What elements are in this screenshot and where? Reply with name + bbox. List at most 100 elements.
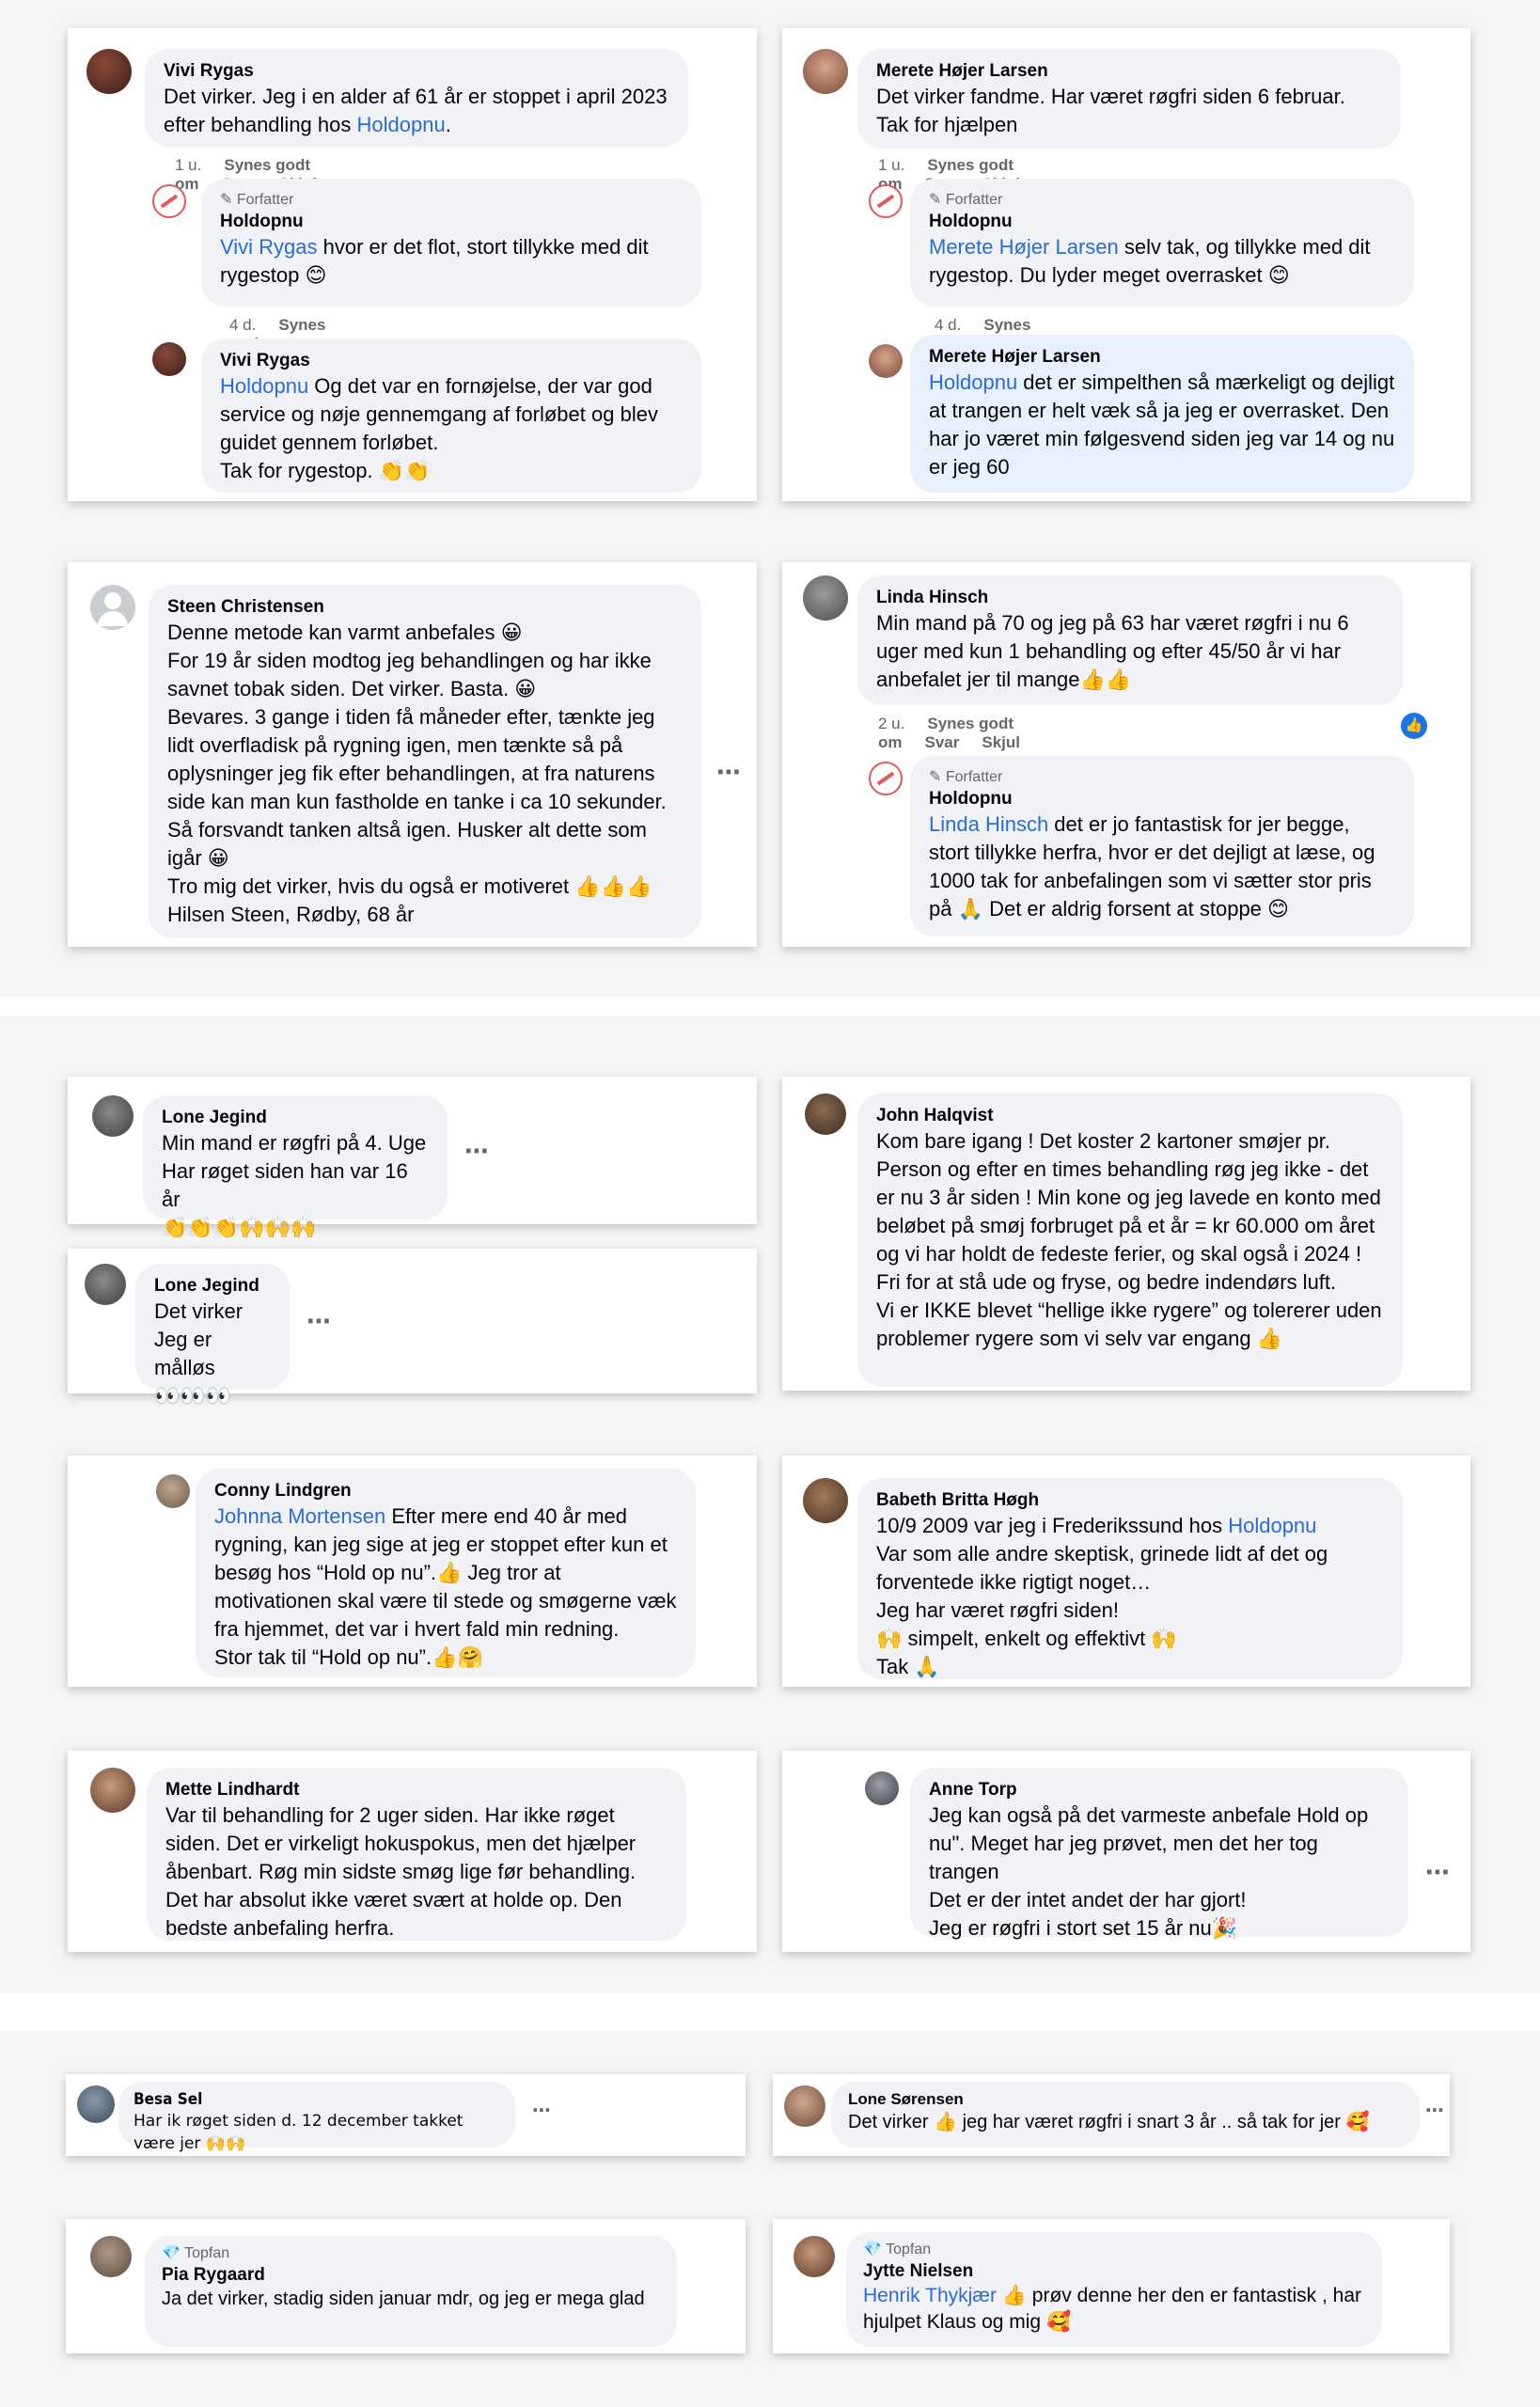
author-name[interactable]: Holdopnu [220, 211, 683, 233]
comment-card: John Halqvist Kom bare igang ! Det koste… [782, 1077, 1470, 1391]
comment-card: Linda Hinsch Min mand på 70 og jeg på 63… [782, 562, 1470, 947]
comment-bubble: John Halqvist Kom bare igang ! Det koste… [857, 1093, 1403, 1387]
timestamp[interactable]: 2 u. [878, 715, 904, 732]
author-name[interactable]: Vivi Rygas [220, 350, 683, 372]
avatar[interactable] [805, 1093, 846, 1135]
comment-bubble: Besa Sel Har ik røget siden d. 12 decemb… [118, 2082, 515, 2153]
comment-text: Jeg kan også på det varmeste anbefale Ho… [929, 1803, 1369, 1940]
author-name[interactable]: Lone Sørensen [848, 2089, 1403, 2110]
mention-link[interactable]: Holdopnu [1228, 1514, 1316, 1537]
comment-bubble-highlighted: Merete Højer Larsen Holdopnu det er simp… [910, 335, 1414, 493]
avatar[interactable] [152, 342, 186, 376]
comment-card: Mette Lindhardt Var til behandling for 2… [68, 1751, 757, 1952]
mention-link[interactable]: Holdopnu [929, 370, 1017, 394]
author-name[interactable]: Conny Lindgren [214, 1480, 677, 1502]
comment-text: Linda Hinsch det er jo fantastisk for je… [929, 812, 1375, 920]
timestamp[interactable]: 1 u. [175, 156, 201, 174]
author-name[interactable]: Lone Jegind [154, 1275, 271, 1298]
author-name[interactable]: John Halqvist [876, 1105, 1384, 1127]
mention-link[interactable]: Linda Hinsch [929, 812, 1048, 836]
more-options-icon[interactable]: ⋯ [716, 758, 742, 787]
author-name[interactable]: Lone Jegind [162, 1107, 429, 1129]
like-reaction-icon[interactable]: 👍 [1401, 713, 1427, 739]
holdopnu-logo-icon[interactable] [869, 184, 903, 218]
comment-bubble: Anne Torp Jeg kan også på det varmeste a… [910, 1768, 1408, 1940]
comment-card: Lone Jegind Det virker Jeg er målløs 👀👀👀… [68, 1249, 757, 1408]
default-avatar-icon[interactable] [90, 585, 135, 630]
more-options-icon[interactable]: ⋯ [1425, 1858, 1451, 1887]
author-name[interactable]: Holdopnu [929, 788, 1395, 810]
comment-card: Lone Jegind Min mand er røgfri på 4. Uge… [68, 1077, 757, 1239]
author-name[interactable]: Besa Sel [134, 2089, 500, 2110]
comment-text: Denne metode kan varmt anbefales 😀 For 1… [167, 621, 667, 926]
comment-card: Anne Torp Jeg kan også på det varmeste a… [782, 1751, 1470, 1952]
comment-bubble: ✎ Forfatter Holdopnu Merete Højer Larsen… [910, 179, 1414, 307]
avatar[interactable] [784, 2085, 825, 2127]
comment-card: Lone Sørensen Det virker 👍 jeg har været… [773, 2074, 1450, 2156]
comment-bubble: Lone Jegind Det virker Jeg er målløs 👀👀👀 [135, 1264, 290, 1408]
comment-bubble: Babeth Britta Høgh 10/9 2009 var jeg i F… [857, 1478, 1403, 1679]
comment-bubble: Lone Sørensen Det virker 👍 jeg har været… [831, 2082, 1420, 2147]
avatar[interactable] [90, 1768, 135, 1813]
avatar[interactable] [803, 575, 848, 621]
author-name[interactable]: Steen Christensen [167, 596, 683, 619]
avatar[interactable] [156, 1474, 190, 1508]
author-name[interactable]: Merete Højer Larsen [929, 346, 1395, 369]
comment-bubble: ✎ Forfatter Holdopnu Vivi Rygas hvor er … [201, 179, 701, 307]
comment-text: Kom bare igang ! Det koster 2 kartoner s… [876, 1129, 1382, 1350]
author-name[interactable]: Holdopnu [929, 211, 1395, 233]
avatar[interactable] [90, 2236, 132, 2277]
timestamp[interactable]: 4 d. [935, 316, 961, 334]
comment-text: Det virker Jeg er målløs 👀👀👀 [154, 1299, 244, 1408]
hide-button[interactable]: Skjul [982, 733, 1020, 751]
author-name[interactable]: Jytte Nielsen [863, 2260, 1365, 2283]
avatar[interactable] [865, 1771, 899, 1805]
more-options-icon[interactable]: ⋯ [464, 1137, 490, 1166]
comment-text: Henrik Thykjær 👍 prøv denne her den er f… [863, 2285, 1361, 2333]
avatar[interactable] [869, 344, 903, 378]
mention-link[interactable]: Merete Højer Larsen [929, 235, 1119, 259]
author-name[interactable]: Mette Lindhardt [165, 1779, 668, 1801]
holdopnu-logo-icon[interactable] [869, 762, 903, 795]
mention-link[interactable]: Henrik Thykjær [863, 2285, 997, 2306]
mention-link[interactable]: Holdopnu [357, 113, 446, 136]
comment-card: Merete Højer Larsen Det virker fandme. H… [782, 28, 1470, 501]
comment-text: Min mand er røgfri på 4. Uge Har røget s… [162, 1131, 427, 1239]
avatar[interactable] [803, 49, 848, 94]
comment-card: 💎 Topfan Pia Rygaard Ja det virker, stad… [66, 2219, 746, 2353]
comment-bubble: Vivi Rygas Holdopnu Og det var en fornøj… [201, 338, 701, 493]
more-options-icon[interactable]: ⋯ [532, 2099, 552, 2122]
avatar[interactable] [92, 1095, 134, 1137]
comment-text: Har ik røget siden d. 12 december takket… [134, 2112, 464, 2153]
comment-bubble: Linda Hinsch Min mand på 70 og jeg på 63… [857, 575, 1403, 705]
mention-link[interactable]: Johnna Mortensen [214, 1504, 385, 1528]
comment-text: Holdopnu Og det var en fornøjelse, der v… [220, 374, 658, 482]
avatar[interactable] [86, 49, 132, 94]
avatar[interactable] [85, 1264, 126, 1305]
author-badge: ✎ Forfatter [220, 192, 294, 208]
comment-bubble: Merete Højer Larsen Det virker fandme. H… [857, 49, 1401, 149]
comment-bubble: Conny Lindgren Johnna Mortensen Efter me… [196, 1469, 696, 1677]
holdopnu-logo-icon[interactable] [152, 184, 186, 218]
author-name[interactable]: Pia Rygaard [162, 2264, 660, 2287]
timestamp[interactable]: 4 d. [229, 316, 256, 334]
author-name[interactable]: Linda Hinsch [876, 587, 1384, 609]
topfan-badge: 💎 Topfan [162, 2245, 230, 2261]
timestamp[interactable]: 1 u. [878, 156, 904, 174]
author-name[interactable]: Babeth Britta Høgh [876, 1489, 1384, 1512]
comment-bubble: Vivi Rygas Det virker. Jeg i en alder af… [145, 49, 688, 147]
mention-link[interactable]: Vivi Rygas [220, 235, 318, 259]
comment-card: 💎 Topfan Jytte Nielsen Henrik Thykjær 👍 … [773, 2219, 1450, 2353]
author-name[interactable]: Anne Torp [929, 1779, 1390, 1801]
avatar[interactable] [77, 2085, 115, 2123]
comment-text: 10/9 2009 var jeg i Frederikssund hos Ho… [876, 1514, 1328, 1678]
avatar[interactable] [803, 1478, 848, 1523]
mention-link[interactable]: Holdopnu [220, 374, 308, 398]
author-name[interactable]: Merete Højer Larsen [876, 60, 1382, 83]
comment-text: Holdopnu det er simpelthen så mærkeligt … [929, 370, 1395, 479]
more-options-icon[interactable]: ⋯ [1425, 2099, 1445, 2122]
reply-button[interactable]: Svar [925, 733, 960, 751]
more-options-icon[interactable]: ⋯ [306, 1307, 332, 1336]
author-name[interactable]: Vivi Rygas [164, 60, 669, 83]
avatar[interactable] [794, 2236, 835, 2277]
